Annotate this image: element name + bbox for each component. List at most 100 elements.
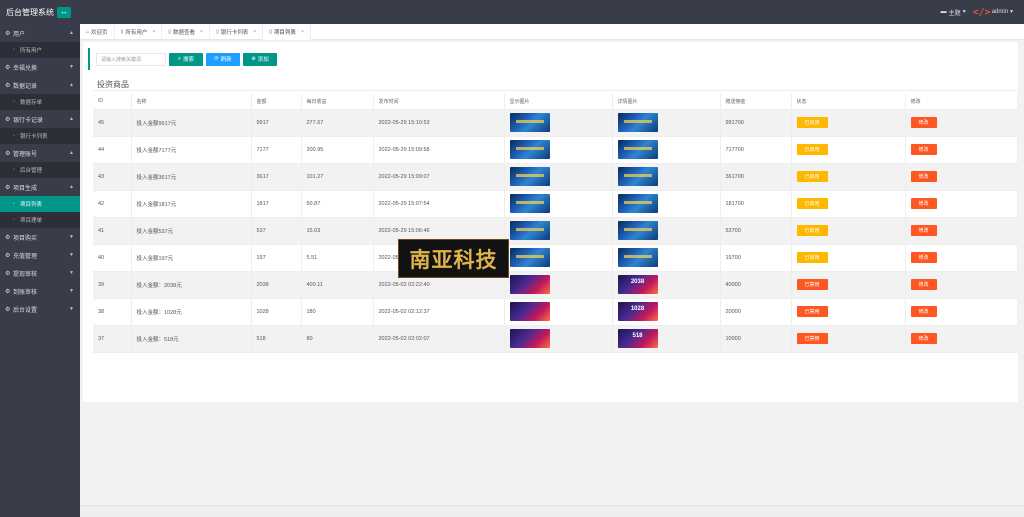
status-toggle-button[interactable]: 已禁用 [796,306,828,317]
status-toggle-button[interactable]: 已禁用 [796,279,828,290]
tab[interactable]: ▯ 项目列表 × [263,24,311,40]
sidebar-item-label: 项目列表 [20,202,43,208]
cell-commission: 40000 [720,271,792,299]
table-header-row: ID 名称 金额 每日收益 发布时间 显示图片 详情图片 赠送佣金 状态 修改 [93,94,1018,110]
column-header: 每日收益 [301,94,374,110]
chevron-down-icon: ▼ [69,64,74,70]
cell-commission: 20000 [720,298,792,326]
chevron-down-icon: ▼ [69,306,74,312]
sidebar-group[interactable]: ⚙ 后台设置 ▼ [0,300,80,318]
status-toggle-button[interactable]: 已启用 [796,198,828,209]
sidebar-item[interactable]: ▫ 后台管理 [0,162,80,178]
admin-user-menu[interactable]: admin [992,9,1008,15]
cell-amount: 7177 [251,136,302,164]
detail-image-thumbnail[interactable] [617,194,658,213]
display-image-thumbnail[interactable] [509,167,550,186]
detail-image-thumbnail[interactable]: 2038 [617,275,658,294]
display-image-thumbnail[interactable] [509,302,550,321]
tab[interactable]: ▯ 数据查看 × [162,24,210,40]
edit-button[interactable]: 修改 [910,333,937,344]
detail-image-thumbnail[interactable]: 1028 [617,302,658,321]
close-icon[interactable]: × [152,29,155,35]
file-icon: ▫ [13,167,15,173]
tab[interactable]: ⌂ 欢迎页 [80,24,115,40]
edit-button[interactable]: 修改 [910,252,937,263]
sidebar-group[interactable]: ⚙ 银行卡记录 ▲ [0,110,80,128]
close-icon[interactable]: × [253,29,256,35]
add-button[interactable]: ⊕ 添加 [243,52,277,66]
edit-button[interactable]: 修改 [910,144,937,155]
group-icon: ⚙ [5,306,11,313]
detail-image-thumbnail[interactable] [617,248,658,267]
sidebar-group[interactable]: ⚙ 项目生成 ▲ [0,178,80,196]
sidebar-group[interactable]: ⚙ 项目购买 ▼ [0,228,80,246]
display-image-thumbnail[interactable] [509,275,550,294]
group-icon: ⚙ [5,270,11,277]
status-cell: 已禁用 [791,325,906,353]
cell-commission: 361700 [720,163,792,191]
tab[interactable]: ▯ 银行卡列表 × [210,24,264,40]
detail-image-thumbnail[interactable] [617,167,658,186]
detail-image-thumbnail-text: 1028 [630,306,645,312]
edit-button[interactable]: 修改 [910,306,937,317]
cell-daily-income: 400.11 [301,271,374,299]
detail-image-thumbnail[interactable] [617,221,658,240]
edit-button[interactable]: 修改 [910,171,937,182]
edit-button[interactable]: 修改 [910,117,937,128]
group-icon: ⚙ [5,150,11,157]
cell-commission: 181700 [720,190,792,218]
search-input[interactable]: 请输入搜索关键词 [96,52,166,66]
display-image-thumbnail[interactable] [509,329,550,348]
cell-id: 42 [93,190,132,218]
cell-amount: 1028 [251,298,302,326]
sidebar-item[interactable]: ▫ 所有用户 [0,42,80,58]
status-toggle-button[interactable]: 已启用 [796,144,828,155]
status-toggle-button[interactable]: 已启用 [796,225,828,236]
display-image-thumbnail[interactable] [509,194,550,213]
tab-label: 数据查看 [173,30,196,36]
edit-button[interactable]: 修改 [910,279,937,290]
detail-image-thumbnail[interactable] [617,113,658,132]
detail-image-thumbnail[interactable] [617,140,658,159]
theme-menu[interactable]: 主题 [949,8,961,17]
edit-button[interactable]: 修改 [910,225,937,236]
display-image-thumbnail[interactable] [509,113,550,132]
search-button[interactable]: ⌕ 搜索 [169,52,203,66]
detail-image-thumbnail[interactable]: 518 [617,329,658,348]
sidebar-group[interactable]: ⚙ 到账审核 ▼ [0,282,80,300]
status-toggle-button[interactable]: 已启用 [796,252,828,263]
display-image-thumbnail-cell [504,217,613,245]
column-header: 赠送佣金 [720,94,792,110]
sidebar-item[interactable]: ▫ 项目列表 [0,196,80,212]
cell-name: 投入金额：2038元 [131,271,252,299]
tab[interactable]: ▯ 所有用户 × [115,24,163,40]
sidebar-group[interactable]: ⚙ 数据记录 ▲ [0,76,80,94]
display-image-thumbnail[interactable] [509,248,550,267]
status-toggle-button[interactable]: 已禁用 [796,333,828,344]
sidebar-item[interactable]: ▫ 数据存单 [0,94,80,110]
edit-button[interactable]: 修改 [910,198,937,209]
cell-daily-income: 5.51 [301,244,374,272]
display-image-thumbnail[interactable] [509,221,550,240]
sidebar-group-label: 银行卡记录 [13,117,44,124]
sidebar-item[interactable]: ▫ 项目理单 [0,212,80,228]
sidebar-group[interactable]: ⚙ 用户 ▲ [0,24,80,42]
table-row: 42 投入金额1817元 1817 50.87 2022-05-29 15:07:54 1… [93,190,1018,218]
sidebar-group-label: 用户 [13,31,26,38]
close-icon[interactable]: × [301,29,304,35]
close-icon[interactable]: × [200,29,203,35]
sidebar-group[interactable]: ⚙ 幸福兑换 ▼ [0,58,80,76]
group-icon: ⚙ [5,252,11,259]
file-icon: ▫ [13,99,15,105]
sidebar-group[interactable]: ⚙ 充值管理 ▼ [0,246,80,264]
sidebar-item-label: 数据存单 [20,100,43,106]
sidebar-group[interactable]: ⚙ 管理账号 ▲ [0,144,80,162]
status-toggle-button[interactable]: 已启用 [796,117,828,128]
search-button-label: 搜索 [183,57,195,63]
refresh-button[interactable]: ⟳ 刷新 [206,52,240,66]
menu-toggle-button[interactable]: ↔ [57,6,71,18]
sidebar-item[interactable]: ▫ 银行卡列表 [0,128,80,144]
status-toggle-button[interactable]: 已启用 [796,171,828,182]
sidebar-group[interactable]: ⚙ 提现审核 ▼ [0,264,80,282]
display-image-thumbnail[interactable] [509,140,550,159]
